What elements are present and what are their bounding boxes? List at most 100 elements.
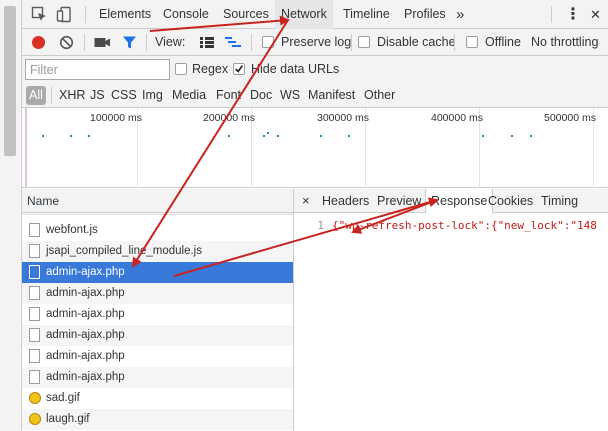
document-file-icon [29,370,40,384]
type-filter-media[interactable]: Media [172,86,206,105]
overview-request-dot [88,135,90,137]
tab-preview[interactable]: Preview [377,189,421,213]
network-overview[interactable]: 100000 ms 200000 ms 300000 ms 400000 ms … [22,108,608,188]
inspect-element-icon[interactable] [31,6,48,23]
clear-icon[interactable] [59,35,74,50]
divider [85,6,86,23]
document-file-icon [29,265,40,279]
tab-headers[interactable]: Headers [322,189,369,213]
request-name: admin-ajax.php [46,350,125,362]
request-name: admin-ajax.php [46,266,125,278]
type-filter-img[interactable]: Img [142,86,163,105]
type-filter-font[interactable]: Font [216,86,241,105]
page-scrollbar[interactable] [4,6,16,156]
tab-timing[interactable]: Timing [541,189,578,213]
request-row[interactable]: admin-ajax.php [22,346,293,367]
document-file-icon [29,223,40,237]
close-details-icon[interactable]: × [302,189,310,213]
request-name: admin-ajax.php [46,371,125,383]
tab-response[interactable]: Response [425,189,494,214]
type-filter-xhr[interactable]: XHR [59,86,85,105]
tab-cookies[interactable]: Cookies [488,189,533,213]
divider [351,34,352,51]
type-filter-ws[interactable]: WS [280,86,300,105]
throttling-select[interactable]: No throttling [531,29,598,56]
overview-tick-label: 100000 ms [90,112,142,124]
request-row[interactable]: admin-ajax.php [22,283,293,304]
document-file-icon [29,349,40,363]
tab-elements[interactable]: Elements [93,0,157,29]
request-row[interactable]: jsapi_compiled_line_module.js [22,241,293,262]
overview-tick-label: 400000 ms [431,112,483,124]
request-row[interactable]: sad.gif [22,388,293,409]
overview-request-dot [70,135,72,137]
type-filter-doc[interactable]: Doc [250,86,272,105]
document-file-icon [29,244,40,258]
line-number: 1 [317,219,324,232]
large-request-rows-icon[interactable] [200,37,214,48]
overview-request-dot [228,135,230,137]
divider [84,34,85,51]
image-file-icon [29,392,41,404]
overview-request-dot [530,135,532,137]
type-filter-js[interactable]: JS [90,86,105,105]
divider [454,34,455,51]
clipped-row [22,213,293,215]
divider [251,34,252,51]
overview-tick-label: 200000 ms [203,112,255,124]
request-name: admin-ajax.php [46,287,125,299]
hide-data-urls-checkbox[interactable] [233,63,245,75]
more-tabs-button[interactable]: » [456,0,464,29]
overview-tick-label: 500000 ms [544,112,596,124]
request-row[interactable]: admin-ajax.php [22,325,293,346]
tab-sources[interactable]: Sources [217,0,275,29]
name-column-header[interactable]: Name [22,189,294,213]
overview-request-dot [348,135,350,137]
waterfall-overview-icon[interactable] [225,37,241,48]
type-filter-manifest[interactable]: Manifest [308,86,355,105]
request-name: laugh.gif [46,413,90,425]
capture-screenshots-icon[interactable] [94,36,111,49]
request-row[interactable]: admin-ajax.php [22,367,293,388]
overview-request-dot [482,135,484,137]
customize-menu-icon[interactable]: ⋮ [565,0,581,29]
devtools-panel: Elements Console Sources Network Timelin… [22,0,608,431]
tab-profiles[interactable]: Profiles [398,0,452,29]
regex-checkbox[interactable] [175,63,187,75]
tab-network[interactable]: Network [275,0,333,29]
request-row[interactable]: admin-ajax.php [22,304,293,325]
document-file-icon [29,328,40,342]
filter-input[interactable] [25,59,170,80]
offline-checkbox[interactable] [466,36,478,48]
divider [51,87,52,104]
request-row[interactable]: webfont.js [22,220,293,241]
request-details-tabs: × Headers Preview Response Cookies Timin… [294,189,608,214]
tab-timeline[interactable]: Timeline [337,0,396,29]
device-mode-icon[interactable] [56,6,73,23]
hide-data-urls-label: Hide data URLs [251,62,340,76]
close-devtools-icon[interactable]: ✕ [590,0,601,29]
request-name: admin-ajax.php [46,308,125,320]
filter-icon[interactable] [122,35,137,50]
preserve-log-label: Preserve log [281,35,352,49]
type-filter-css[interactable]: CSS [111,86,137,105]
offline-label: Offline [485,35,521,49]
document-file-icon [29,286,40,300]
left-page-strip [0,0,22,431]
preserve-log-checkbox[interactable] [262,36,274,48]
tab-console[interactable]: Console [157,0,215,29]
type-filter-all[interactable]: All [26,86,46,105]
divider [146,34,147,51]
network-toolbar: View: Preserve log Disable cache Offline… [22,29,608,56]
document-file-icon [29,307,40,321]
devtools-tabs-bar: Elements Console Sources Network Timelin… [22,0,608,29]
request-name: sad.gif [46,392,80,404]
record-icon[interactable] [31,35,46,50]
regex-label: Regex [192,62,229,76]
response-body[interactable]: 1 {"wp-refresh-post-lock":{"new_lock":"1… [294,213,608,431]
disable-cache-checkbox[interactable] [358,36,370,48]
request-name: webfont.js [46,224,98,236]
type-filter-other[interactable]: Other [364,86,395,105]
request-row[interactable]: laugh.gif [22,409,293,430]
request-row[interactable]: admin-ajax.php [22,262,293,283]
